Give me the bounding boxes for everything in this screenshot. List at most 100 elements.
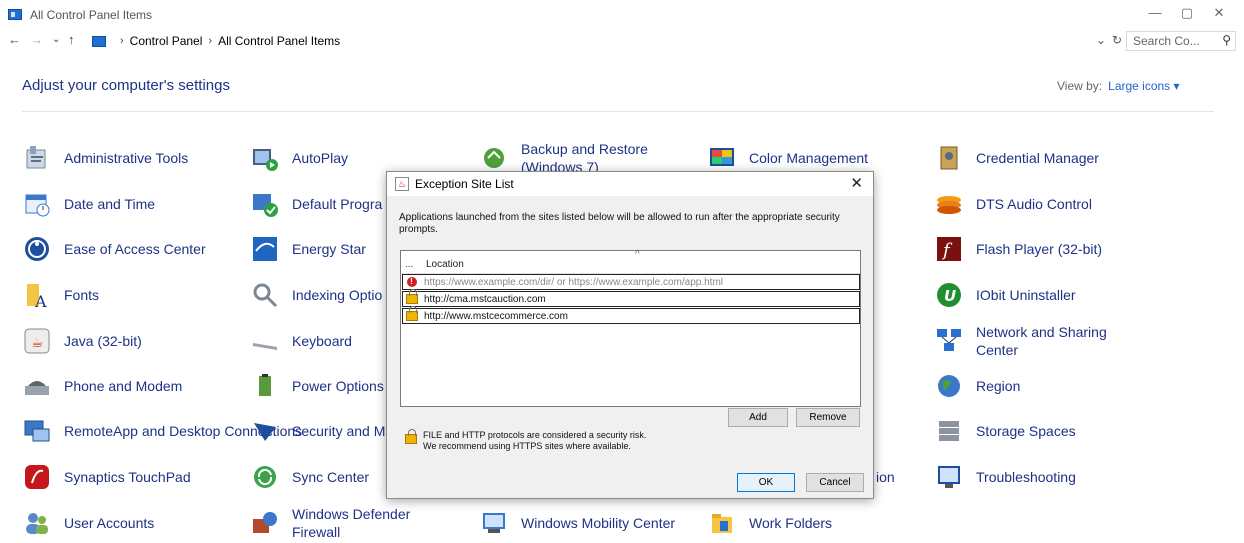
item-label: Security and M: [292, 423, 386, 439]
cancel-button[interactable]: Cancel: [806, 473, 864, 492]
item-security-maintenance[interactable]: Security and M: [250, 411, 385, 451]
security-icon: [250, 416, 280, 446]
table-row[interactable]: http://www.mstcecommerce.com: [402, 306, 860, 324]
java-icon: ♨: [395, 177, 409, 191]
security-warning: FILE and HTTP protocols are considered a…: [405, 429, 647, 452]
storage-spaces-icon: [934, 416, 964, 446]
item-ease-of-access[interactable]: Ease of Access Center: [22, 229, 206, 269]
item-fonts[interactable]: A Fonts: [22, 275, 99, 315]
item-storage-spaces[interactable]: Storage Spaces: [934, 411, 1076, 451]
breadcrumb-all-items[interactable]: All Control Panel Items: [218, 34, 340, 48]
item-windows-defender-firewall[interactable]: Windows Defender Firewall: [250, 503, 422, 543]
recent-locations-button[interactable]: ⌄: [52, 34, 60, 45]
address-bar[interactable]: › Control Panel › All Control Panel Item…: [92, 31, 340, 51]
item-flash-player[interactable]: f Flash Player (32-bit): [934, 229, 1102, 269]
remoteapp-icon: [22, 416, 52, 446]
row-location: http://cma.mstcauction.com: [424, 293, 546, 305]
item-label: Energy Star: [292, 241, 366, 257]
table-row[interactable]: ! https://www.example.com/dir/ or https:…: [402, 274, 860, 290]
item-label: Keyboard: [292, 333, 352, 349]
minimize-button[interactable]: —: [1140, 5, 1170, 20]
item-label: Phone and Modem: [64, 378, 183, 394]
search-input[interactable]: Search Co... ⚲: [1126, 31, 1236, 51]
item-troubleshooting[interactable]: Troubleshooting: [934, 457, 1076, 497]
item-credential-manager[interactable]: Credential Manager: [934, 138, 1099, 178]
view-by-dropdown[interactable]: Large icons ▾: [1108, 79, 1179, 93]
maximize-button[interactable]: ▢: [1172, 5, 1202, 21]
default-programs-icon: [250, 189, 280, 219]
item-label: Date and Time: [64, 196, 156, 212]
search-placeholder: Search Co...: [1133, 34, 1200, 48]
network-icon: [934, 326, 964, 356]
item-label: Java (32-bit): [64, 333, 142, 349]
control-panel-icon: [92, 35, 106, 47]
ok-button[interactable]: OK: [737, 473, 795, 492]
dialog-title: Exception Site List: [415, 177, 514, 191]
item-default-programs[interactable]: Default Progra: [250, 184, 382, 224]
indexing-icon: [250, 280, 280, 310]
item-sync-center[interactable]: Sync Center: [250, 457, 369, 497]
table-row[interactable]: http://cma.mstcauction.com: [402, 289, 860, 307]
item-work-folders[interactable]: Work Folders: [707, 503, 832, 543]
dts-audio-icon: [934, 189, 964, 219]
view-by: View by: Large icons ▾: [1057, 79, 1180, 93]
java-icon: ☕: [22, 326, 52, 356]
item-dts-audio-control[interactable]: DTS Audio Control: [934, 184, 1092, 224]
address-dropdown-button[interactable]: ⌄: [1096, 33, 1106, 47]
site-list-table[interactable]: ... Location ^ ! https://www.example.com…: [400, 249, 861, 407]
back-button[interactable]: ←: [8, 32, 21, 47]
item-label: Network and Sharing Center: [976, 324, 1107, 358]
fonts-icon: A: [22, 280, 52, 310]
item-label: Indexing Optio: [292, 287, 383, 303]
forward-button[interactable]: →: [30, 32, 43, 47]
sort-caret-icon: ^: [635, 249, 640, 260]
dialog-close-button[interactable]: ✕: [850, 174, 863, 192]
item-label: Default Progra: [292, 196, 383, 212]
date-time-icon: [22, 189, 52, 219]
column-header-location[interactable]: Location: [426, 259, 464, 270]
warning-line-1: FILE and HTTP protocols are considered a…: [423, 430, 647, 440]
item-java[interactable]: ☕ Java (32-bit): [22, 321, 142, 361]
ease-of-access-icon: [22, 234, 52, 264]
item-label: Storage Spaces: [976, 423, 1076, 439]
item-partial-label[interactable]: ion: [876, 457, 895, 497]
item-indexing-options[interactable]: Indexing Optio: [250, 275, 382, 315]
column-header-icon[interactable]: ...: [405, 259, 413, 270]
unlocked-icon: [405, 289, 418, 304]
item-autoplay[interactable]: AutoPlay: [250, 138, 348, 178]
refresh-button[interactable]: ↻: [1112, 33, 1122, 47]
item-energy-star[interactable]: Energy Star: [250, 229, 366, 269]
iobit-icon: U: [934, 280, 964, 310]
item-administrative-tools[interactable]: Administrative Tools: [22, 138, 188, 178]
close-button[interactable]: ✕: [1204, 5, 1234, 21]
item-region[interactable]: Region: [934, 366, 1020, 406]
firewall-icon: [250, 508, 280, 538]
item-date-and-time[interactable]: Date and Time: [22, 184, 155, 224]
item-label: Color Management: [749, 150, 869, 166]
autoplay-icon: [250, 143, 280, 173]
item-phone-and-modem[interactable]: Phone and Modem: [22, 366, 182, 406]
item-label: Administrative Tools: [64, 150, 189, 166]
remove-button[interactable]: Remove: [796, 408, 860, 427]
breadcrumb-control-panel[interactable]: Control Panel: [130, 34, 203, 48]
item-label: Fonts: [64, 287, 100, 303]
item-label: Flash Player (32-bit): [976, 241, 1103, 257]
energy-star-icon: [250, 234, 280, 264]
item-user-accounts[interactable]: User Accounts: [22, 503, 154, 543]
svg-text:☕: ☕: [31, 335, 44, 351]
item-iobit-uninstaller[interactable]: U IObit Uninstaller: [934, 275, 1076, 315]
item-power-options[interactable]: Power Options: [250, 366, 384, 406]
item-label: Sync Center: [292, 469, 370, 485]
add-button[interactable]: Add: [728, 408, 788, 427]
keyboard-icon: [250, 326, 280, 356]
warning-line-2: We recommend using HTTPS sites where ava…: [423, 441, 631, 451]
item-network-sharing-center[interactable]: Network and Sharing Center: [934, 321, 1126, 361]
item-synaptics[interactable]: Synaptics TouchPad: [22, 457, 191, 497]
color-management-icon: [707, 143, 737, 173]
error-icon: !: [406, 277, 417, 287]
flash-player-icon: f: [934, 234, 964, 264]
item-label: Power Options: [292, 378, 384, 394]
item-windows-mobility-center[interactable]: Windows Mobility Center: [479, 503, 675, 543]
item-keyboard[interactable]: Keyboard: [250, 321, 352, 361]
up-button[interactable]: ↑: [68, 32, 75, 47]
